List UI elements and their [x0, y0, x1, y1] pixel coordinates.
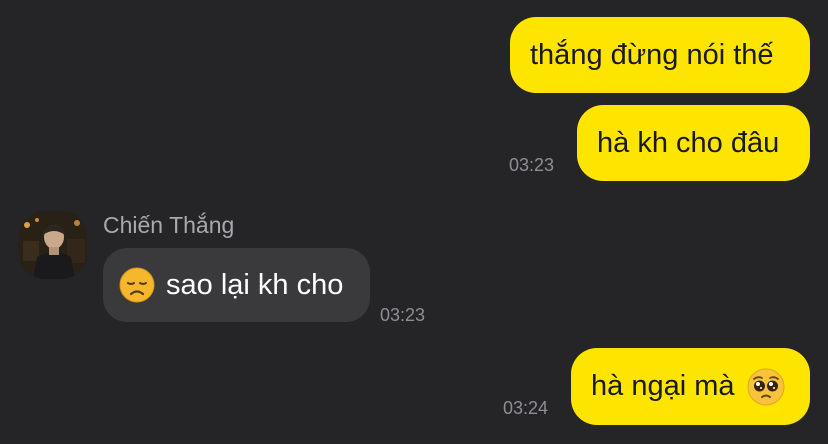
- message-text: thắng đừng nói thế: [530, 38, 774, 71]
- pleading-face-emoji: [747, 368, 784, 405]
- message-timestamp: 03:24: [503, 398, 549, 418]
- contact-avatar[interactable]: [19, 211, 87, 279]
- incoming-message-bubble[interactable]: sao lại kh cho: [103, 248, 370, 322]
- outgoing-message-bubble[interactable]: hà ngại mà: [571, 348, 810, 425]
- outgoing-message-bubble[interactable]: hà kh cho đâu: [577, 105, 810, 181]
- disappointed-face-emoji: [119, 267, 155, 303]
- outgoing-message-bubble[interactable]: thắng đừng nói thế: [510, 17, 810, 93]
- message-timestamp: 03:23: [509, 155, 555, 175]
- avatar-photo: [19, 211, 87, 279]
- sender-name: Chiến Thắng: [103, 212, 235, 238]
- message-text: sao lại kh cho: [166, 268, 344, 301]
- message-timestamp: 03:23: [380, 305, 426, 325]
- message-text: hà kh cho đâu: [597, 126, 780, 159]
- message-text: hà ngại mà: [591, 370, 735, 402]
- chat-thread: thắng đừng nói thế hà kh cho đâu 03:23 C…: [0, 0, 828, 444]
